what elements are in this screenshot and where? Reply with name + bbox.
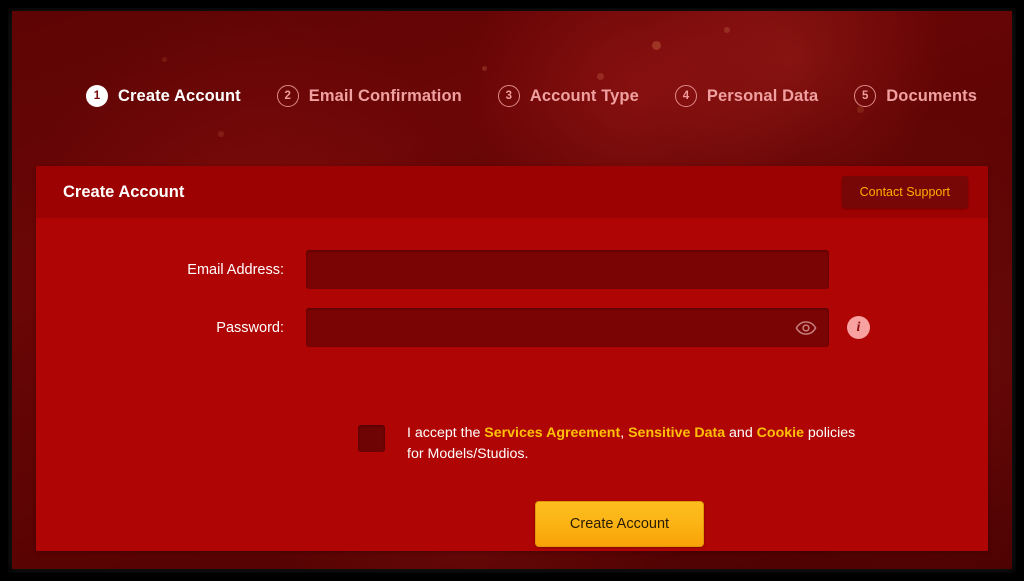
step-label-5: Documents: [886, 86, 977, 105]
sensitive-data-link[interactable]: Sensitive Data: [628, 425, 725, 441]
info-icon[interactable]: i: [847, 316, 870, 339]
eye-icon[interactable]: [795, 320, 817, 336]
card-body: Email Address: Password: i I accept the …: [36, 218, 988, 551]
step-label-4: Personal Data: [706, 86, 819, 105]
page-background: 1 Create Account 2 Email Confirmation 3 …: [12, 11, 1012, 569]
password-field-wrapper: [306, 308, 829, 347]
terms-checkbox[interactable]: [358, 425, 385, 452]
password-label: Password:: [216, 319, 284, 336]
step-item-5[interactable]: 5 Documents: [854, 85, 977, 107]
contact-support-button[interactable]: Contact Support: [841, 176, 968, 208]
email-input[interactable]: [306, 250, 829, 289]
cookie-link[interactable]: Cookie: [757, 425, 804, 441]
step-item-1[interactable]: 1 Create Account: [86, 85, 241, 107]
step-label-2: Email Confirmation: [308, 86, 462, 105]
submit-row: Create Account: [358, 501, 881, 547]
email-row: Email Address:: [36, 250, 829, 289]
step-badge-5: 5: [854, 85, 877, 107]
step-badge-1: 1: [86, 85, 108, 107]
window-frame: 1 Create Account 2 Email Confirmation 3 …: [0, 0, 1024, 581]
terms-row: I accept the Services Agreement, Sensiti…: [358, 423, 867, 465]
step-item-2[interactable]: 2 Email Confirmation: [276, 85, 462, 107]
terms-text-before: I accept the: [407, 425, 485, 441]
step-item-4[interactable]: 4 Personal Data: [674, 85, 819, 107]
terms-text: I accept the Services Agreement, Sensiti…: [407, 423, 867, 465]
step-label-1: Create Account: [118, 86, 241, 105]
password-row: Password: i: [36, 308, 870, 347]
create-account-card: Create Account Contact Support Email Add…: [36, 166, 988, 551]
page-title: Create Account: [63, 182, 185, 201]
stepper-items: 1 Create Account 2 Email Confirmation 3 …: [86, 85, 977, 107]
step-label-3: Account Type: [529, 86, 639, 105]
password-input[interactable]: [306, 308, 829, 347]
step-badge-4: 4: [674, 85, 697, 107]
step-item-3[interactable]: 3 Account Type: [497, 85, 639, 107]
step-badge-2: 2: [276, 85, 299, 107]
card-header: Create Account Contact Support: [36, 166, 988, 218]
registration-stepper: 1 Create Account 2 Email Confirmation 3 …: [12, 11, 1012, 166]
step-badge-3: 3: [497, 85, 520, 107]
terms-separator-1: ,: [620, 425, 629, 441]
services-agreement-link[interactable]: Services Agreement: [484, 425, 620, 441]
terms-separator-2: and: [725, 425, 757, 441]
email-label: Email Address:: [187, 261, 284, 278]
create-account-button[interactable]: Create Account: [534, 501, 705, 547]
